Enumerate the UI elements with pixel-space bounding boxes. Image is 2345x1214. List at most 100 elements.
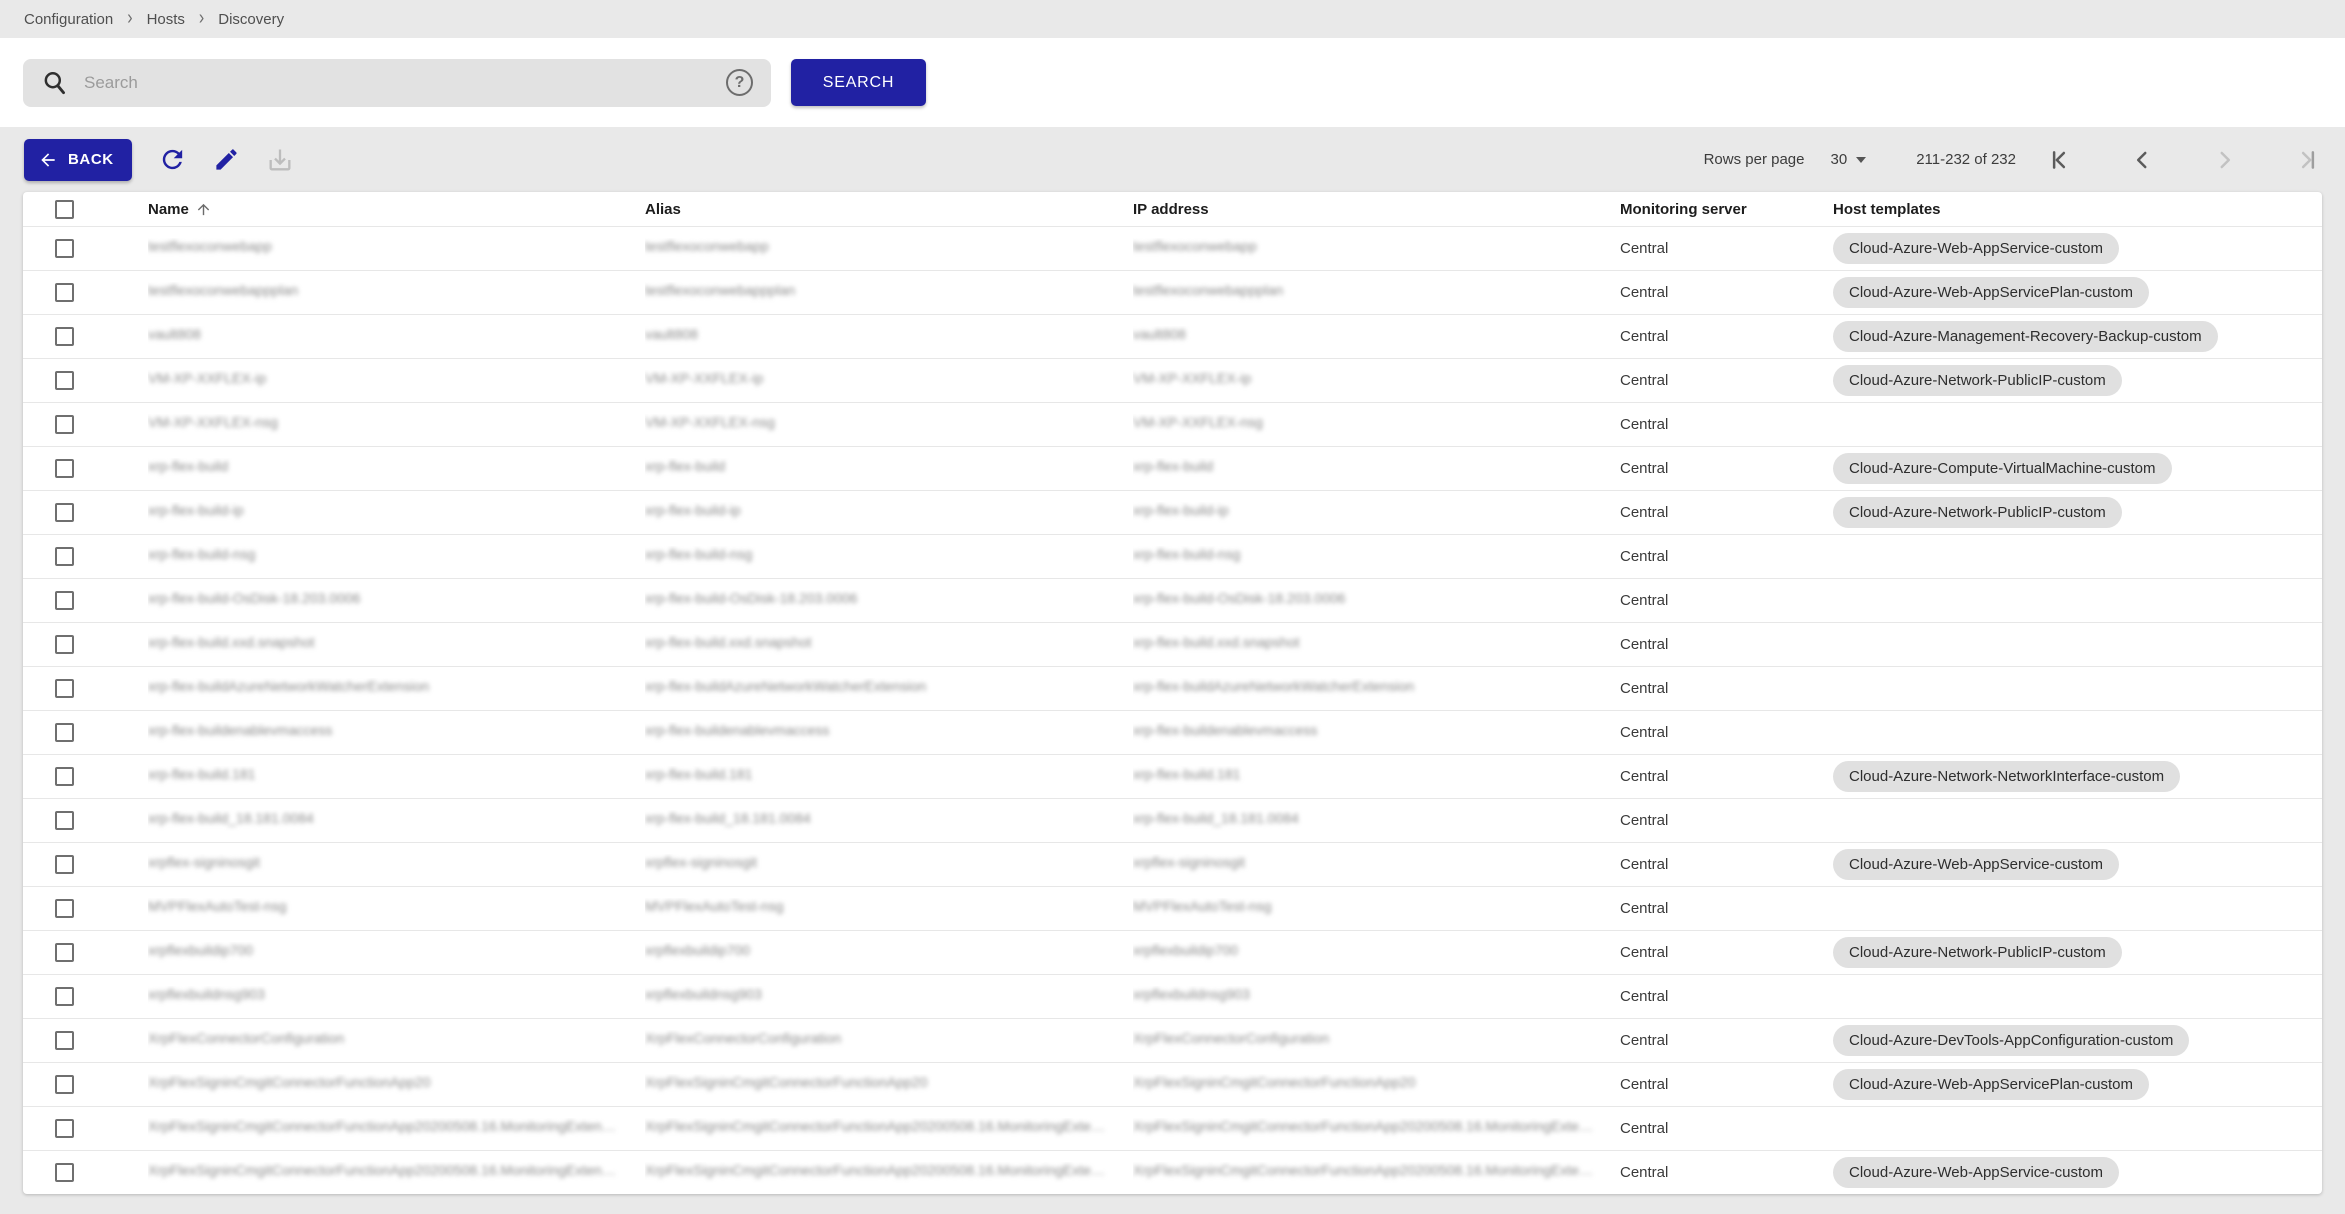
cell-monitoring-server: Central [1620,812,1833,829]
table-row[interactable]: xrp-flex-buildAzureNetworkWatcherExtensi… [23,666,2322,710]
row-checkbox[interactable] [55,415,74,434]
search-input[interactable] [84,73,726,93]
row-checkbox[interactable] [55,899,74,918]
table-row[interactable]: XrpFlexSigninCmgitConnectorFunctionApp20… [23,1062,2322,1106]
back-button[interactable]: BACK [24,139,132,181]
row-checkbox[interactable] [55,1075,74,1094]
help-icon[interactable]: ? [726,69,753,96]
cell-name: xrpflex-signinosgit [148,854,260,870]
table-row[interactable]: XrpFlexSigninCmgitConnectorFunctionApp20… [23,1150,2322,1194]
cell-alias: VM-XP-XXFLEX-nsg [645,414,775,430]
cell-host-templates: Cloud-Azure-Compute-VirtualMachine-custo… [1833,453,2322,484]
row-checkbox[interactable] [55,1119,74,1138]
cell-alias: XrpFlexSigninCmgitConnectorFunctionApp20… [645,1118,1107,1134]
select-all-checkbox[interactable] [55,200,74,219]
table-row[interactable]: xrp-flex-build xrp-flex-build xrp-flex-b… [23,446,2322,490]
row-checkbox[interactable] [55,943,74,962]
cell-monitoring-server: Central [1620,856,1833,873]
row-checkbox[interactable] [55,547,74,566]
cell-ip: XrpFlexSigninCmgitConnectorFunctionApp20 [1133,1074,1415,1090]
cell-ip: XrpFlexSigninCmgitConnectorFunctionApp20… [1133,1118,1594,1134]
row-checkbox[interactable] [55,371,74,390]
rows-per-page-select[interactable]: 30 [1831,151,1867,168]
host-template-chip: Cloud-Azure-Management-Recovery-Backup-c… [1833,321,2218,352]
row-checkbox[interactable] [55,503,74,522]
row-checkbox[interactable] [55,635,74,654]
previous-page-button[interactable] [2129,147,2155,173]
table-row[interactable]: testflexoconwebapp testflexoconwebapp te… [23,226,2322,270]
row-checkbox[interactable] [55,591,74,610]
cell-ip: MVPFlexAutoTest-nsg [1133,898,1272,914]
cell-name: vault808 [148,326,201,342]
edit-pencil-icon[interactable] [213,146,240,173]
column-header-monitoring-server[interactable]: Monitoring server [1620,201,1807,218]
column-header-ip[interactable]: IP address [1133,201,1594,218]
row-checkbox[interactable] [55,723,74,742]
table-row[interactable]: VM-XP-XXFLEX-ip VM-XP-XXFLEX-ip VM-XP-XX… [23,358,2322,402]
column-header-host-templates[interactable]: Host templates [1833,201,2296,218]
search-band: ? SEARCH [0,38,2345,127]
cell-ip: testflexoconwebapp [1133,238,1257,254]
cell-alias: xrp-flex-build.xxd.snapshot [645,634,812,650]
cell-name: XrpFlexSigninCmgitConnectorFunctionApp20… [148,1118,619,1134]
cell-ip: xrp-flex-build-nsg [1133,546,1240,562]
row-checkbox[interactable] [55,327,74,346]
host-template-chip: Cloud-Azure-Web-AppService-custom [1833,1157,2119,1188]
row-checkbox[interactable] [55,767,74,786]
table-row[interactable]: xrp-flex-build.181 xrp-flex-build.181 xr… [23,754,2322,798]
rows-per-page-value: 30 [1831,151,1848,168]
row-checkbox[interactable] [55,283,74,302]
search-button[interactable]: SEARCH [791,59,926,106]
refresh-icon[interactable] [158,145,187,174]
table-row[interactable]: testflexoconwebappplan testflexoconwebap… [23,270,2322,314]
row-checkbox[interactable] [55,855,74,874]
cell-name: VM-XP-XXFLEX-nsg [148,414,278,430]
breadcrumb-item-hosts[interactable]: Hosts [147,11,185,28]
table-row[interactable]: xrp-flex-build.xxd.snapshot xrp-flex-bui… [23,622,2322,666]
cell-monitoring-server: Central [1620,768,1833,785]
cell-ip: XrpFlexSigninCmgitConnectorFunctionApp20… [1133,1162,1594,1178]
column-header-name[interactable]: Name [148,201,619,218]
first-page-button[interactable] [2046,147,2072,173]
row-checkbox[interactable] [55,679,74,698]
row-checkbox[interactable] [55,459,74,478]
table-row[interactable]: xrp-flex-build-ip xrp-flex-build-ip xrp-… [23,490,2322,534]
cell-name: xrp-flex-build_18.181.0084 [148,810,314,826]
table-row[interactable]: MVPFlexAutoTest-nsg MVPFlexAutoTest-nsg … [23,886,2322,930]
table-row[interactable]: XrpFlexSigninCmgitConnectorFunctionApp20… [23,1106,2322,1150]
table-row[interactable]: xrp-flex-build-nsg xrp-flex-build-nsg xr… [23,534,2322,578]
cell-monitoring-server: Central [1620,1164,1833,1181]
table-row[interactable]: xrpflexbuildip700 xrpflexbuildip700 xrpf… [23,930,2322,974]
table-row[interactable]: xrp-flex-buildenablevmaccess xrp-flex-bu… [23,710,2322,754]
cell-name: MVPFlexAutoTest-nsg [148,898,287,914]
row-checkbox[interactable] [55,1031,74,1050]
table-row[interactable]: xrpflexbuildnsg903 xrpflexbuildnsg903 xr… [23,974,2322,1018]
table-body: testflexoconwebapp testflexoconwebapp te… [23,226,2322,1194]
column-header-alias[interactable]: Alias [645,201,1107,218]
table-row[interactable]: vault808 vault808 vault808 Central Cloud… [23,314,2322,358]
cell-alias: VM-XP-XXFLEX-ip [645,370,763,386]
host-template-chip: Cloud-Azure-Web-AppService-custom [1833,233,2119,264]
search-bar[interactable]: ? [23,59,771,107]
table-row[interactable]: xrp-flex-build_18.181.0084 xrp-flex-buil… [23,798,2322,842]
table-row[interactable]: XrpFlexConnectorConfiguration XrpFlexCon… [23,1018,2322,1062]
breadcrumb-item-configuration[interactable]: Configuration [24,11,113,28]
cell-alias: xrp-flex-buildenablevmaccess [645,722,829,738]
table-row[interactable]: xrp-flex-build-OsDisk-18.203.0006 xrp-fl… [23,578,2322,622]
download-icon [266,146,294,174]
table-row[interactable]: VM-XP-XXFLEX-nsg VM-XP-XXFLEX-nsg VM-XP-… [23,402,2322,446]
row-checkbox[interactable] [55,239,74,258]
cell-name: XrpFlexSigninCmgitConnectorFunctionApp20… [148,1162,619,1178]
row-checkbox[interactable] [55,987,74,1006]
cell-alias: testflexoconwebappplan [645,282,795,298]
cell-alias: xrp-flex-build_18.181.0084 [645,810,811,826]
table-row[interactable]: xrpflex-signinosgit xrpflex-signinosgit … [23,842,2322,886]
cell-name: VM-XP-XXFLEX-ip [148,370,266,386]
breadcrumb-item-discovery[interactable]: Discovery [218,11,284,28]
row-checkbox[interactable] [55,811,74,830]
row-checkbox[interactable] [55,1163,74,1182]
host-template-chip: Cloud-Azure-Network-PublicIP-custom [1833,937,2122,968]
cell-alias: testflexoconwebapp [645,238,769,254]
cell-monitoring-server: Central [1620,504,1833,521]
cell-alias: XrpFlexConnectorConfiguration [645,1030,841,1046]
